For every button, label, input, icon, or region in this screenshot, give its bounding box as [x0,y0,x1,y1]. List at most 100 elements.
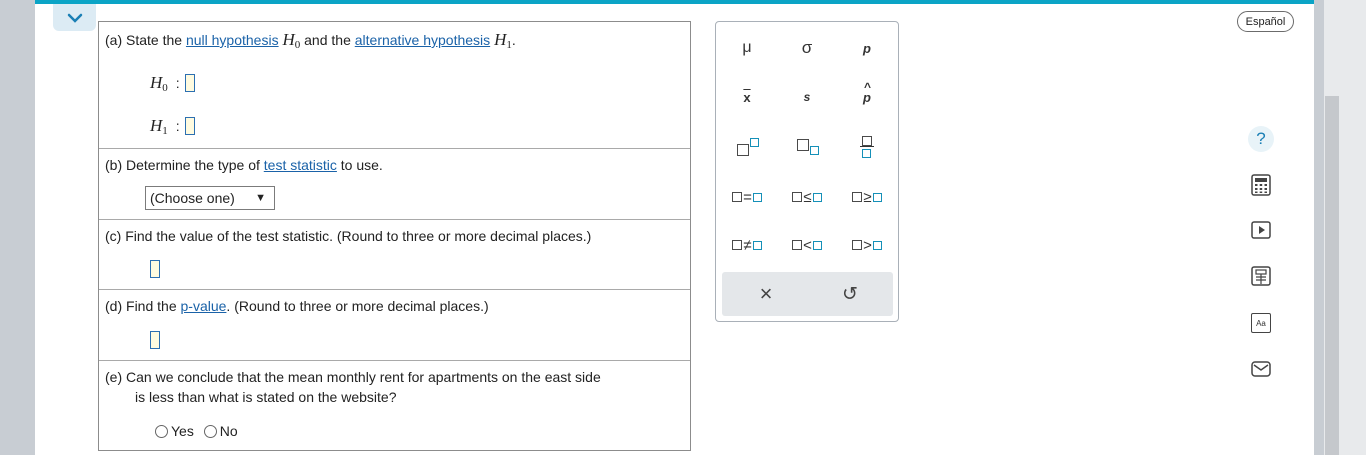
lhs-box [852,240,863,250]
subscript-icon [795,137,819,157]
fraction-button[interactable] [840,132,894,162]
fraction-icon [860,135,874,159]
question-table: (a) State the null hypothesis H0 and the… [98,21,691,451]
lhs-box [852,192,863,202]
null-hypothesis-link[interactable]: null hypothesis [186,32,279,48]
part-e-line-2: is less than what is stated on the websi… [135,389,397,405]
part-a-tag: (a) [105,32,123,48]
vertical-scrollbar[interactable] [1324,0,1366,455]
x-bar-symbol: x [743,89,751,105]
less-than-symbol: < [803,236,812,254]
greater-equal-symbol: ≥ [863,188,872,206]
part-a-text: State the [126,32,183,48]
part-b-prompt: (b) Determine the type of test statistic… [105,155,383,175]
chevron-down-icon [67,13,82,23]
part-c-tag: (c) [105,228,122,244]
rhs-box [752,192,762,202]
part-c: (c) Find the value of the test statistic… [99,220,690,290]
language-button[interactable]: Español [1237,11,1294,32]
sigma-button[interactable]: σ [780,33,834,63]
message-button[interactable] [1246,354,1276,384]
part-a-prompt: (a) State the null hypothesis H0 and the… [105,30,516,55]
greater-equal-button[interactable]: ≥ [840,182,894,212]
radio-no-circle[interactable] [203,424,217,438]
dropdown-arrow-icon: ▼ [255,192,266,204]
test-statistic-answer-box[interactable] [150,260,160,278]
p-hat-button[interactable]: ^ p [840,79,894,112]
test-statistic-select[interactable]: (Choose one) ▼ [145,186,275,210]
scrollbar-thumb[interactable] [1325,96,1339,455]
part-a: (a) State the null hypothesis H0 and the… [99,22,690,149]
h1-colon: : [175,118,180,134]
part-d-text-2: . (Round to three or more decimal places… [226,298,489,314]
radio-no[interactable]: No [203,423,238,439]
caret-accent: ^ [864,79,872,94]
close-icon: × [759,281,773,306]
h0-label: H0 [150,72,168,94]
part-b: (b) Determine the type of test statistic… [99,149,690,220]
h1-answer-box[interactable] [184,117,195,135]
data-table-icon [1251,266,1271,286]
p-button[interactable]: p [840,33,894,63]
part-e: (e) Can we conclude that the mean monthl… [99,361,690,450]
h1-row: H1 : [150,115,195,137]
p-value-link[interactable]: p-value [181,298,227,314]
superscript-button[interactable] [720,132,774,162]
clear-button[interactable]: × [739,279,793,309]
top-accent-bar [35,0,1314,4]
undo-button[interactable]: ↺ [823,279,877,309]
radio-yes[interactable]: Yes [155,423,194,439]
h1-symbol: H1 [494,30,512,51]
mu-button[interactable]: μ [720,33,774,63]
part-a-period: . [511,32,516,48]
h0-answer-box[interactable] [184,74,195,92]
part-b-text: Determine the type of [126,157,260,173]
part-d-tag: (d) [105,298,123,314]
less-equal-button[interactable]: ≤ [780,182,834,212]
collapse-button[interactable] [53,4,96,31]
part-c-text: Find the value of the test statistic. (R… [125,228,592,244]
select-value: (Choose one) [150,190,235,206]
s-button[interactable]: s [780,82,834,112]
help-icon: ? [1248,126,1274,152]
alternative-hypothesis-link[interactable]: alternative hypothesis [355,32,490,48]
calculator-button[interactable] [1246,170,1276,200]
h0-symbol: H0 [282,30,301,51]
calculator-icon [1251,174,1271,196]
mu-symbol: μ [742,39,752,56]
x-bar-button[interactable]: x [720,82,774,112]
h0-row: H0 : [150,72,195,94]
radio-yes-circle[interactable] [155,424,168,438]
lhs-box [792,192,803,202]
part-d-prompt: (d) Find the p-value. (Round to three or… [105,296,489,316]
rhs-box [812,240,822,250]
palette-footer: × ↺ [722,272,893,316]
greater-than-button[interactable]: > [840,230,894,260]
mail-icon [1251,361,1271,377]
textbook-button[interactable]: Aa [1246,308,1276,338]
rhs-box [872,192,882,202]
video-button[interactable] [1246,215,1276,245]
rhs-box [872,240,882,250]
test-statistic-link[interactable]: test statistic [264,157,337,173]
not-equal-button[interactable]: ≠ [720,230,774,260]
part-d: (d) Find the p-value. (Round to three or… [99,290,690,361]
lhs-box [732,192,743,202]
language-label: Español [1245,15,1286,28]
not-equal-symbol: ≠ [743,236,752,254]
rhs-box [812,192,822,202]
rhs-box [752,240,762,250]
part-d-text: Find the [126,298,177,314]
data-table-button[interactable] [1246,261,1276,291]
sigma-symbol: σ [801,38,813,57]
p-value-answer-box[interactable] [150,331,160,349]
h0-colon: : [175,75,180,91]
subscript-button[interactable] [780,132,834,162]
h1-label: H1 [150,115,168,137]
math-palette: μ σ p x s ^ p = ≤ ≥ ≠ < > × ↺ [715,21,899,322]
part-a-text-2: and the [304,32,351,48]
help-button[interactable]: ? [1246,124,1276,154]
app-window: (a) State the null hypothesis H0 and the… [35,0,1314,455]
equals-button[interactable]: = [720,182,774,212]
less-than-button[interactable]: < [780,230,834,260]
